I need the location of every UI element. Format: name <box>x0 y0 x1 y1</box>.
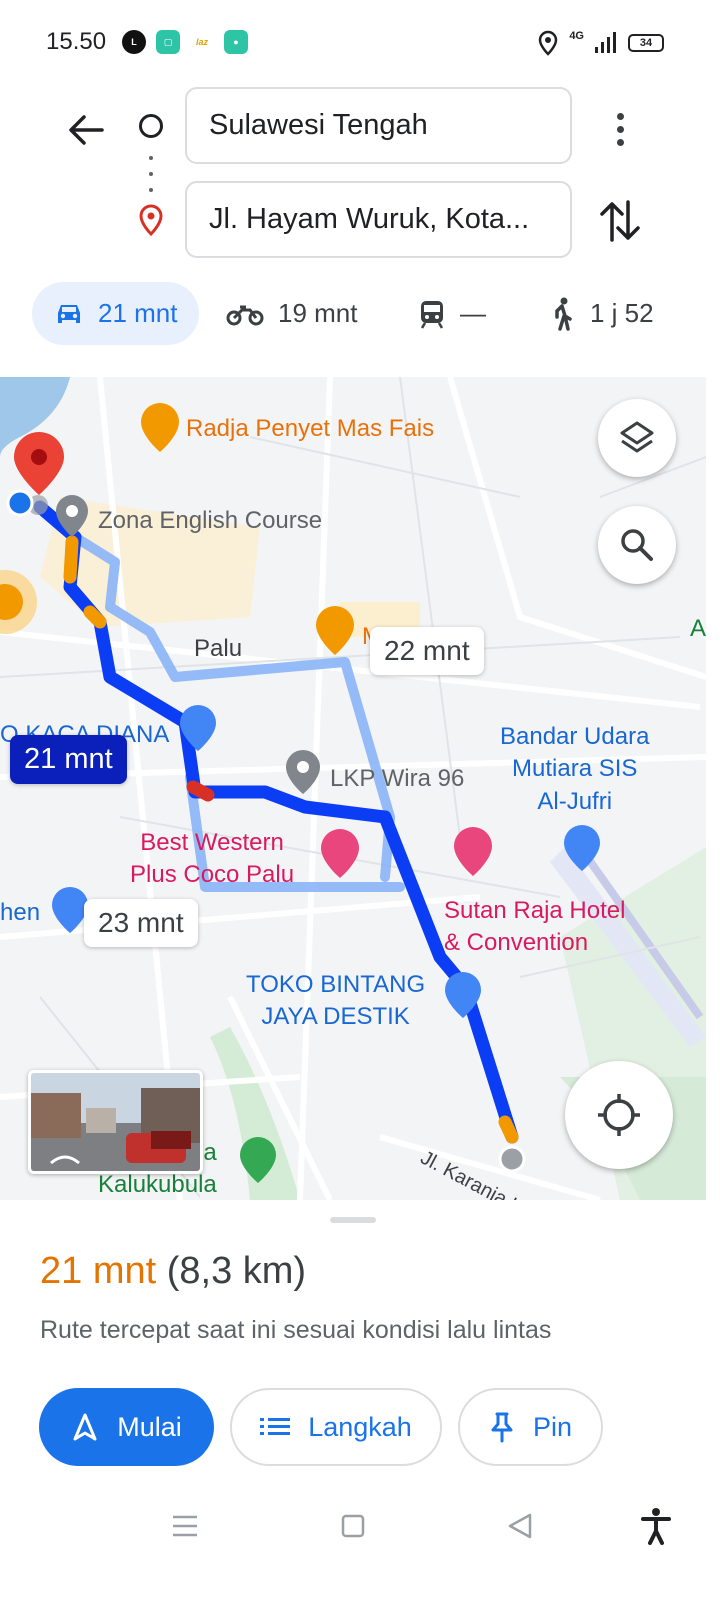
tab-transit-label: — <box>460 298 486 328</box>
walking-icon <box>555 297 572 331</box>
swap-icon[interactable] <box>598 196 642 246</box>
motorcycle-icon <box>226 305 264 325</box>
network-type: 4G <box>569 30 584 42</box>
poi-best-western[interactable]: Best Western Plus Coco Palu <box>130 827 294 892</box>
steps-button[interactable]: Langkah <box>230 1388 442 1466</box>
location-icon <box>539 30 558 56</box>
street-view-image <box>31 1073 200 1171</box>
list-icon <box>260 1418 291 1435</box>
layers-icon <box>620 421 654 453</box>
poi-hen[interactable]: hen <box>0 897 40 929</box>
start-button[interactable]: Mulai <box>39 1388 214 1466</box>
line-app-icon: L <box>122 30 146 54</box>
start-button-label: Mulai <box>117 1411 182 1442</box>
search-icon <box>621 529 653 561</box>
accessibility-icon <box>641 1508 671 1545</box>
accessibility-button[interactable] <box>636 1506 676 1546</box>
route-connector <box>149 156 153 192</box>
status-bar: 15.50 L ▢ laz ● 4G 34 <box>0 0 720 86</box>
poi-zona-english[interactable]: Zona English Course <box>98 505 322 537</box>
back-nav-button[interactable] <box>500 1506 540 1546</box>
home-nav-button[interactable] <box>333 1506 373 1546</box>
route-summary: 21 mnt (8,3 km) <box>40 1250 306 1293</box>
tab-car-label: 21 mnt <box>98 298 178 328</box>
destination-pin-icon <box>139 204 163 236</box>
route-note: Rute tercepat saat ini sesuai kondisi la… <box>40 1316 552 1344</box>
poi-radja-penyet[interactable]: Radja Penyet Mas Fais <box>186 413 434 445</box>
route-bubble-selected[interactable]: 21 mnt <box>10 735 127 784</box>
directions-header: Sulawesi Tengah Jl. Hayam Wuruk, Kota...… <box>0 86 720 376</box>
route-distance: (8,3 km) <box>166 1250 307 1292</box>
travel-mode-tabs: 21 mnt 19 mnt — 1 j 52 <box>0 282 720 346</box>
map-view[interactable]: Radja Penyet Mas Fais Zona English Cours… <box>0 377 706 1200</box>
sheet-drag-handle[interactable] <box>330 1217 376 1223</box>
origin-input[interactable]: Sulawesi Tengah <box>185 87 572 164</box>
tab-transit[interactable]: — <box>418 282 486 345</box>
tab-motorcycle-label: 19 mnt <box>278 298 358 328</box>
poi-bandar-udara[interactable]: Bandar Udara Mutiara SIS Al-Jufri <box>500 721 649 818</box>
poi-a[interactable]: A <box>690 613 706 645</box>
route-summary-sheet: 21 mnt (8,3 km) Rute tercepat saat ini s… <box>0 1200 720 1600</box>
car-icon <box>58 304 80 323</box>
home-square-icon <box>341 1514 365 1538</box>
crosshair-icon <box>598 1094 640 1136</box>
poi-toko-bintang[interactable]: TOKO BINTANG JAYA DESTIK <box>246 969 425 1034</box>
map-search-button[interactable] <box>598 506 676 584</box>
destination-input[interactable]: Jl. Hayam Wuruk, Kota... <box>185 181 572 258</box>
train-icon <box>420 300 444 329</box>
chat-app-icon: ● <box>224 30 248 54</box>
steps-button-label: Langkah <box>308 1411 412 1442</box>
back-triangle-icon <box>508 1513 532 1539</box>
pin-button-label: Pin <box>532 1411 573 1442</box>
route-bubble-alt-1[interactable]: 22 mnt <box>370 627 484 675</box>
navigation-arrow-icon <box>73 1413 97 1441</box>
notification-icons: L ▢ laz ● <box>122 30 248 54</box>
route-duration: 21 mnt <box>40 1250 157 1292</box>
tab-motorcycle[interactable]: 19 mnt <box>226 282 358 345</box>
status-time: 15.50 <box>46 28 107 55</box>
gallery-app-icon: ▢ <box>156 30 180 54</box>
lazada-app-icon: laz <box>195 37 208 47</box>
poi-lkp-wira[interactable]: LKP Wira 96 <box>330 763 464 795</box>
menu-icon <box>173 1515 197 1537</box>
back-button[interactable] <box>62 106 110 154</box>
tab-walk[interactable]: 1 j 52 <box>550 282 654 345</box>
tab-walk-label: 1 j 52 <box>590 298 654 328</box>
more-options-button[interactable] <box>600 104 640 154</box>
my-location-button[interactable] <box>565 1061 673 1169</box>
origin-circle-icon <box>139 114 163 138</box>
route-bubble-alt-2[interactable]: 23 mnt <box>84 899 198 947</box>
poi-sutan-raja[interactable]: Sutan Raja Hotel & Convention <box>444 895 625 960</box>
layers-button[interactable] <box>598 399 676 477</box>
tab-car[interactable]: 21 mnt <box>32 282 199 345</box>
menu-nav-button[interactable] <box>165 1506 205 1546</box>
system-icons: 4G 34 <box>537 30 664 56</box>
street-view-thumbnail[interactable] <box>28 1070 203 1174</box>
battery-icon: 34 <box>628 34 664 52</box>
back-arrow-icon <box>69 115 104 145</box>
system-nav-bar <box>0 1490 720 1600</box>
poi-palu[interactable]: Palu <box>194 633 242 665</box>
pushpin-icon <box>491 1412 513 1443</box>
pin-button[interactable]: Pin <box>458 1388 603 1466</box>
signal-icon <box>595 32 616 53</box>
